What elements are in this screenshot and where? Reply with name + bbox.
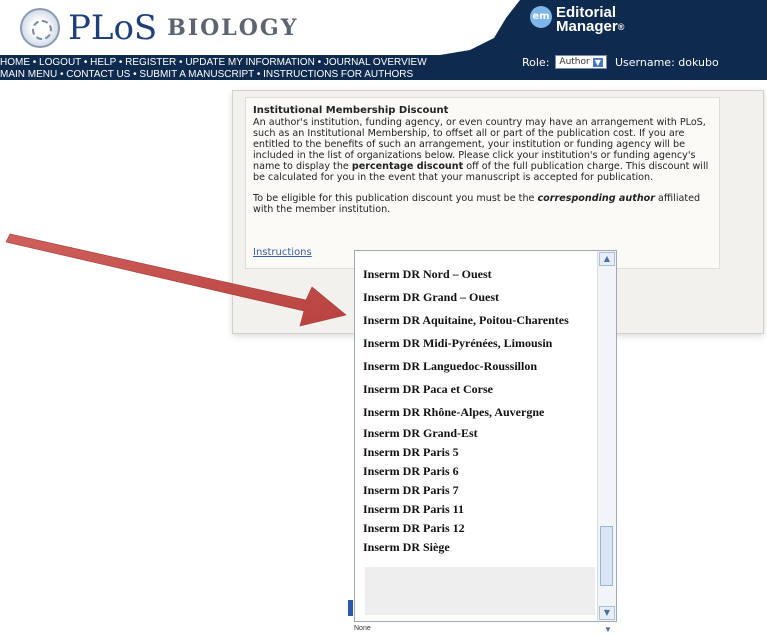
chevron-up-icon[interactable]: ▲ <box>599 252 615 266</box>
em-reg: ® <box>617 22 625 32</box>
editorial-manager-logo: em Editorial Manager® <box>530 5 625 35</box>
list-item[interactable]: Inserm DR Paris 7 <box>363 481 599 500</box>
p1-bold: percentage discount <box>351 161 464 172</box>
p2-text-a: To be eligible for this publication disc… <box>253 193 538 204</box>
chevron-down-icon: ▼ <box>604 625 612 634</box>
nav-line-2[interactable]: MAIN MENU • CONTACT US • SUBMIT A MANUSC… <box>0 69 427 81</box>
top-navigation: HOME • LOGOUT • HELP • REGISTER • UPDATE… <box>0 57 427 81</box>
em-logo-text: Editorial Manager® <box>556 5 625 35</box>
nav-line-1[interactable]: HOME • LOGOUT • HELP • REGISTER • UPDATE… <box>0 57 427 69</box>
institution-dropdown-list[interactable]: Inserm DR Nord – Ouest Inserm DR Grand –… <box>354 250 617 622</box>
institution-options: Inserm DR Nord – Ouest Inserm DR Grand –… <box>363 263 599 557</box>
role-selector: Role: Author ▼ <box>522 55 607 69</box>
chevron-down-icon: ▼ <box>592 57 603 67</box>
em-line2-row: Manager® <box>556 18 625 35</box>
list-item[interactable]: Inserm DR Grand-Est <box>363 424 599 443</box>
em-badge-icon: em <box>530 6 552 28</box>
empty-list-area <box>365 567 595 615</box>
role-label: Role: <box>522 55 550 69</box>
focus-edge <box>348 600 353 616</box>
panel-paragraph-1: An author's institution, funding agency,… <box>253 117 711 183</box>
list-item[interactable]: Inserm DR Paris 6 <box>363 462 599 481</box>
plos-seal-icon <box>20 8 60 48</box>
list-item[interactable]: Inserm DR Aquitaine, Poitou-Charentes <box>363 309 599 332</box>
list-item[interactable]: Inserm DR Midi-Pyrénées, Limousin <box>363 332 599 355</box>
username-label: Username: dokubo <box>615 56 719 69</box>
logo-biology-text: BIOLOGY <box>167 15 299 41</box>
instructions-link[interactable]: Instructions <box>253 247 312 258</box>
dropdown-scrollbar[interactable]: ▲ ▼ <box>597 251 616 621</box>
list-item[interactable]: Inserm DR Grand – Ouest <box>363 286 599 309</box>
p2-bold: corresponding author <box>537 193 655 204</box>
role-dropdown[interactable]: Author ▼ <box>555 55 607 69</box>
plos-biology-logo[interactable]: PLoS BIOLOGY <box>20 8 298 48</box>
app-header: PLoS BIOLOGY em Editorial Manager® HOME … <box>0 0 767 80</box>
discount-info-text: Institutional Membership Discount An aut… <box>253 105 711 215</box>
list-item[interactable]: Inserm DR Rhône-Alpes, Auvergne <box>363 401 599 424</box>
select-value: None <box>354 625 371 632</box>
em-line2: Manager <box>556 18 618 35</box>
list-item[interactable]: Inserm DR Paris 5 <box>363 443 599 462</box>
discount-select[interactable]: None ▼ <box>354 625 617 635</box>
chevron-down-icon[interactable]: ▼ <box>599 606 615 620</box>
list-item[interactable]: Inserm DR Siège <box>363 538 599 557</box>
logo-plos-text: PLoS <box>68 8 158 48</box>
list-item[interactable]: Inserm DR Paca et Corse <box>363 378 599 401</box>
panel-title: Institutional Membership Discount <box>253 105 449 116</box>
list-item[interactable]: Inserm DR Paris 12 <box>363 519 599 538</box>
panel-paragraph-2: To be eligible for this publication disc… <box>253 193 711 215</box>
list-item[interactable]: Inserm DR Paris 11 <box>363 500 599 519</box>
list-item[interactable]: Inserm DR Languedoc-Roussillon <box>363 355 599 378</box>
list-item[interactable]: Inserm DR Nord – Ouest <box>363 263 599 286</box>
role-value: Author <box>559 57 590 67</box>
scrollbar-thumb[interactable] <box>600 526 613 586</box>
